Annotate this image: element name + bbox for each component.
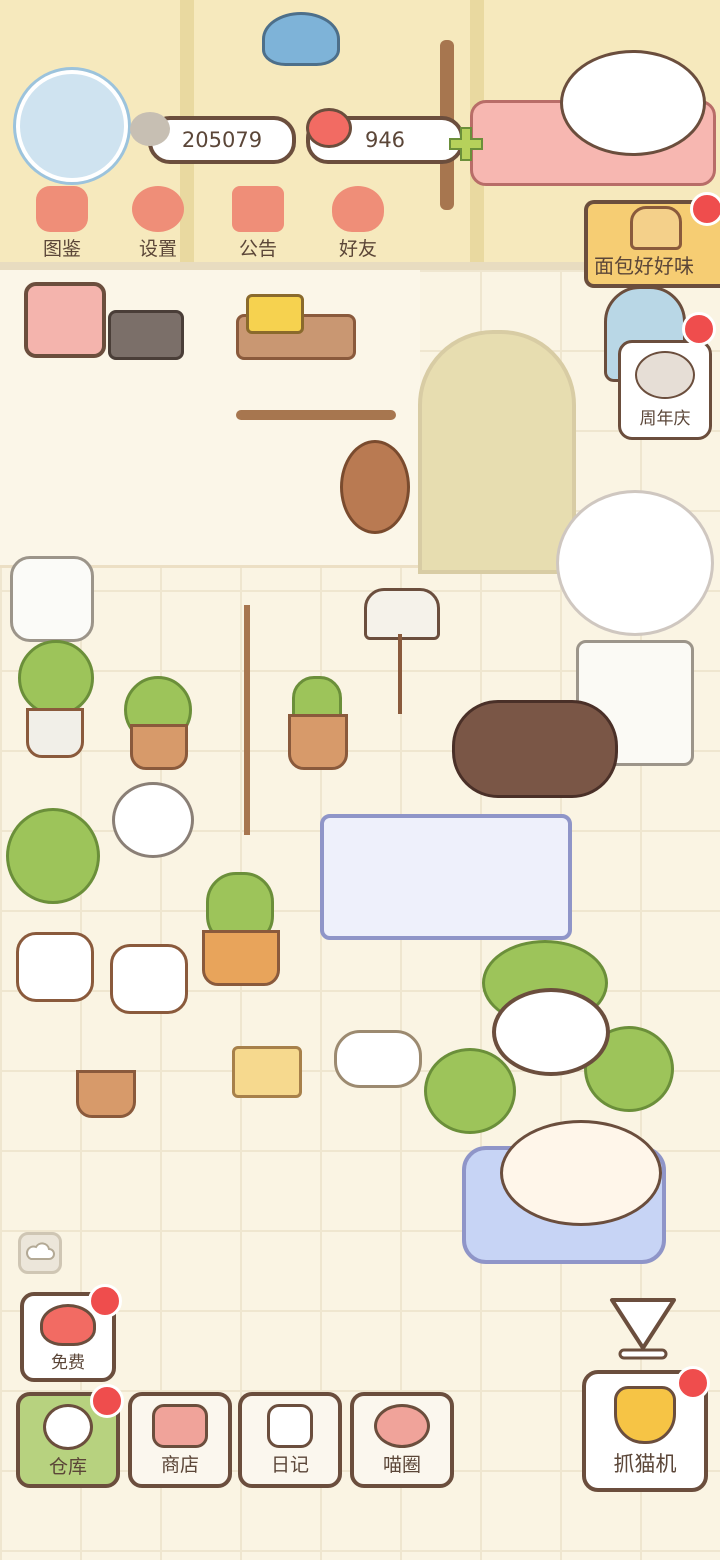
hanging-rack — [236, 410, 396, 420]
folding-screen — [320, 814, 572, 940]
plant — [18, 640, 94, 716]
cake-cat-icon — [635, 351, 695, 399]
nav-diary[interactable]: 日记 — [238, 1392, 342, 1488]
menu-collection[interactable]: 图鉴 — [22, 186, 102, 264]
add-hearts-button[interactable] — [448, 126, 484, 162]
heart-face-icon — [306, 108, 352, 148]
fish-amount: 205079 — [181, 128, 263, 152]
notification-dot — [88, 1284, 122, 1318]
event-label: 面包好好味 — [594, 254, 694, 278]
teapot-planter — [334, 1030, 422, 1088]
storage-icon — [43, 1404, 93, 1450]
friends-icon — [332, 186, 384, 232]
sleeping-cat-on-bed — [560, 50, 706, 156]
cloud-button[interactable] — [18, 1232, 62, 1274]
notification-dot — [90, 1384, 124, 1418]
notification-dot — [676, 1366, 710, 1400]
cloud-icon — [26, 1242, 55, 1260]
coat-rack — [244, 605, 250, 835]
cat-face-icon — [36, 186, 88, 232]
gift-icon — [232, 186, 284, 232]
nav-shop[interactable]: 商店 — [128, 1392, 232, 1488]
plant-pot — [26, 708, 84, 758]
flower-pot — [76, 1070, 136, 1118]
fish-icon — [130, 112, 170, 146]
cat-shaped-hedge — [424, 1048, 516, 1134]
lamp-pole — [398, 634, 402, 714]
diary-icon — [267, 1404, 313, 1448]
menu-friends[interactable]: 好友 — [318, 186, 398, 264]
heart-face-icon — [40, 1304, 96, 1346]
notification-dot — [682, 312, 716, 346]
plant-pot — [202, 930, 280, 986]
menu-settings[interactable]: 设置 — [118, 186, 198, 264]
plant-pot — [130, 724, 188, 770]
round-tree — [6, 808, 100, 904]
gear-icon — [132, 186, 184, 232]
notification-dot — [690, 192, 720, 226]
bread-box — [246, 294, 304, 334]
hat-stand-top — [262, 12, 340, 66]
claw-icon — [614, 1386, 676, 1444]
plus-icon — [449, 127, 483, 161]
fish-currency[interactable]: 205079 — [148, 116, 296, 164]
player-avatar[interactable] — [16, 70, 128, 182]
printer — [108, 310, 184, 360]
hanging-pot — [340, 440, 410, 534]
cloth-pot — [16, 932, 94, 1002]
collapse-arrow-icon[interactable] — [606, 1292, 680, 1362]
calendar-icon — [24, 282, 106, 358]
shop-icon — [152, 1404, 208, 1448]
bread-icon — [630, 206, 682, 250]
raccoon-cat — [452, 700, 618, 798]
heart-amount: 946 — [364, 128, 406, 152]
floor-lamp — [364, 588, 440, 640]
sleeping-orange-cat — [500, 1120, 662, 1226]
plant-pot — [288, 714, 348, 770]
anniversary-button[interactable]: 周年庆 — [618, 340, 712, 440]
flower-basket — [232, 1046, 302, 1098]
menu-announcement[interactable]: 公告 — [218, 186, 298, 264]
bunny — [112, 782, 194, 858]
toilet — [10, 556, 94, 642]
food-bubble-icon — [492, 988, 610, 1076]
cloth-pot — [110, 944, 188, 1014]
planet-cat-icon — [374, 1404, 430, 1448]
nav-cat-circle[interactable]: 喵圈 — [350, 1392, 454, 1488]
